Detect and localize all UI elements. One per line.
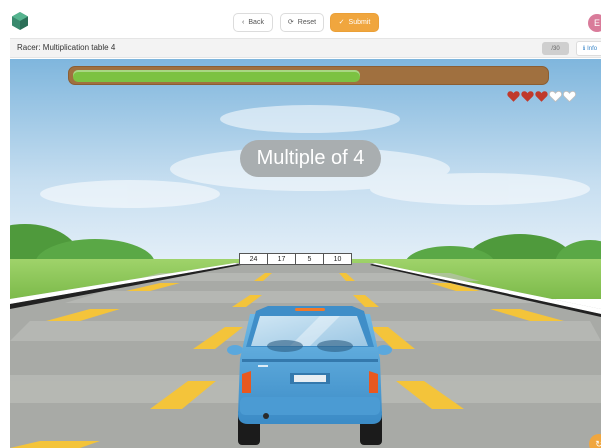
sub-header: Racer: Multiplication table 4 /30 ℹ Info: [10, 38, 601, 58]
heart-icon: [563, 90, 576, 103]
cube-logo-icon[interactable]: [12, 12, 28, 30]
submit-button-label: Submit: [348, 19, 371, 26]
back-button[interactable]: ‹ Back: [233, 13, 273, 32]
answer-options: 24 17 5 10: [239, 253, 352, 265]
score-badge: /30: [542, 42, 569, 55]
heart-icon: [535, 91, 548, 102]
answer-option[interactable]: 5: [295, 253, 324, 265]
answer-option[interactable]: 10: [323, 253, 352, 265]
avatar-initial: E: [593, 18, 600, 28]
refresh-icon: ⟳: [287, 19, 294, 26]
heart-icon: [507, 91, 520, 102]
top-bar: ‹ Back ⟳ Reset ✓ Submit E: [0, 0, 601, 38]
game-area[interactable]: Multiple of 4 24 17 5 10 ↻: [10, 59, 601, 448]
info-button[interactable]: ℹ Info: [576, 41, 601, 56]
back-button-label: Back: [248, 19, 264, 26]
race-progress-fill: [73, 70, 360, 82]
reset-button[interactable]: ⟳ Reset: [280, 13, 324, 32]
lives-indicator: [507, 90, 576, 104]
info-icon: ℹ: [582, 46, 586, 52]
info-button-label: Info: [587, 45, 598, 52]
activity-title: Racer: Multiplication table 4: [17, 43, 116, 52]
app: ‹ Back ⟳ Reset ✓ Submit E Racer: Multipl…: [0, 0, 601, 448]
answer-option[interactable]: 17: [267, 253, 296, 265]
corner-action-button[interactable]: ↻: [589, 434, 601, 448]
question-prompt: Multiple of 4: [240, 140, 381, 177]
submit-button[interactable]: ✓ Submit: [330, 13, 379, 32]
avatar[interactable]: E: [588, 14, 601, 32]
race-progress-bar: [68, 66, 549, 85]
arrow-left-icon: ‹: [242, 19, 245, 26]
heart-icon: [549, 90, 562, 103]
answer-option[interactable]: 24: [239, 253, 268, 265]
check-icon: ✓: [338, 19, 345, 26]
heart-icon: [521, 91, 534, 102]
refresh-icon: ↻: [595, 438, 601, 448]
reset-button-label: Reset: [297, 19, 317, 26]
